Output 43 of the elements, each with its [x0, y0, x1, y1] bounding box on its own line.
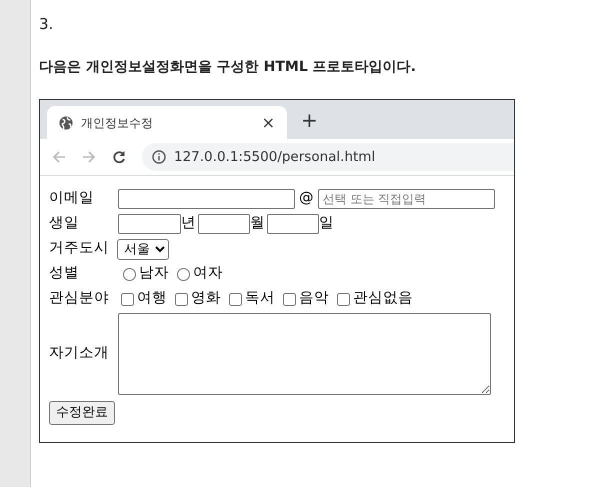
- url-text: 127.0.0.1:5500/personal.html: [174, 148, 376, 167]
- email-field[interactable]: [118, 189, 295, 209]
- browser-tab[interactable]: 개인정보수정 ×: [47, 106, 287, 139]
- option-label: 독서: [245, 289, 275, 308]
- option-label: 여행: [137, 289, 167, 308]
- date-unit: 월: [250, 214, 265, 234]
- info-icon[interactable]: [152, 150, 166, 164]
- option-label: 음악: [299, 289, 329, 308]
- radio-button[interactable]: [123, 268, 136, 280]
- option-label: 남자: [139, 264, 169, 284]
- checkbox[interactable]: [283, 292, 296, 306]
- field-label: 생일: [49, 214, 80, 234]
- option-label: 여자: [193, 264, 223, 284]
- option-label: 영화: [191, 289, 221, 308]
- at-sign: @: [299, 189, 314, 208]
- option-label: 관심없음: [353, 289, 413, 308]
- checkbox[interactable]: [337, 292, 350, 306]
- close-tab-button[interactable]: ×: [262, 110, 275, 134]
- submit-button[interactable]: 수정완료: [49, 401, 115, 424]
- field-label: 거주도시: [49, 239, 110, 258]
- tab-title: 개인정보수정: [81, 114, 154, 132]
- date-field[interactable]: [198, 214, 250, 234]
- domain-field[interactable]: 선택 또는 직접입력: [318, 189, 494, 209]
- checkbox[interactable]: [121, 292, 134, 306]
- date-field[interactable]: [267, 214, 319, 234]
- address-bar[interactable]: 127.0.0.1:5500/personal.html: [142, 143, 514, 171]
- checkbox[interactable]: [175, 292, 188, 306]
- city-select[interactable]: 서울: [117, 238, 169, 260]
- date-field[interactable]: [118, 214, 181, 234]
- checkbox[interactable]: [229, 292, 242, 306]
- question-text: 다음은 개인정보설정화면을 구성한 HTML 프로토타입이다.: [39, 58, 417, 77]
- date-unit: 일: [319, 214, 334, 234]
- field-label: 자기소개: [49, 344, 110, 364]
- field-label: 관심분야: [49, 289, 110, 308]
- date-unit: 년: [181, 214, 196, 234]
- globe-icon: [59, 116, 73, 130]
- question-number: 3.: [39, 14, 54, 34]
- radio-button[interactable]: [177, 268, 190, 280]
- field-label: 이메일: [49, 189, 95, 208]
- reload-icon[interactable]: [112, 150, 126, 164]
- field-label: 성별: [49, 264, 80, 284]
- intro-textarea[interactable]: [118, 313, 491, 395]
- new-tab-button[interactable]: +: [301, 105, 318, 139]
